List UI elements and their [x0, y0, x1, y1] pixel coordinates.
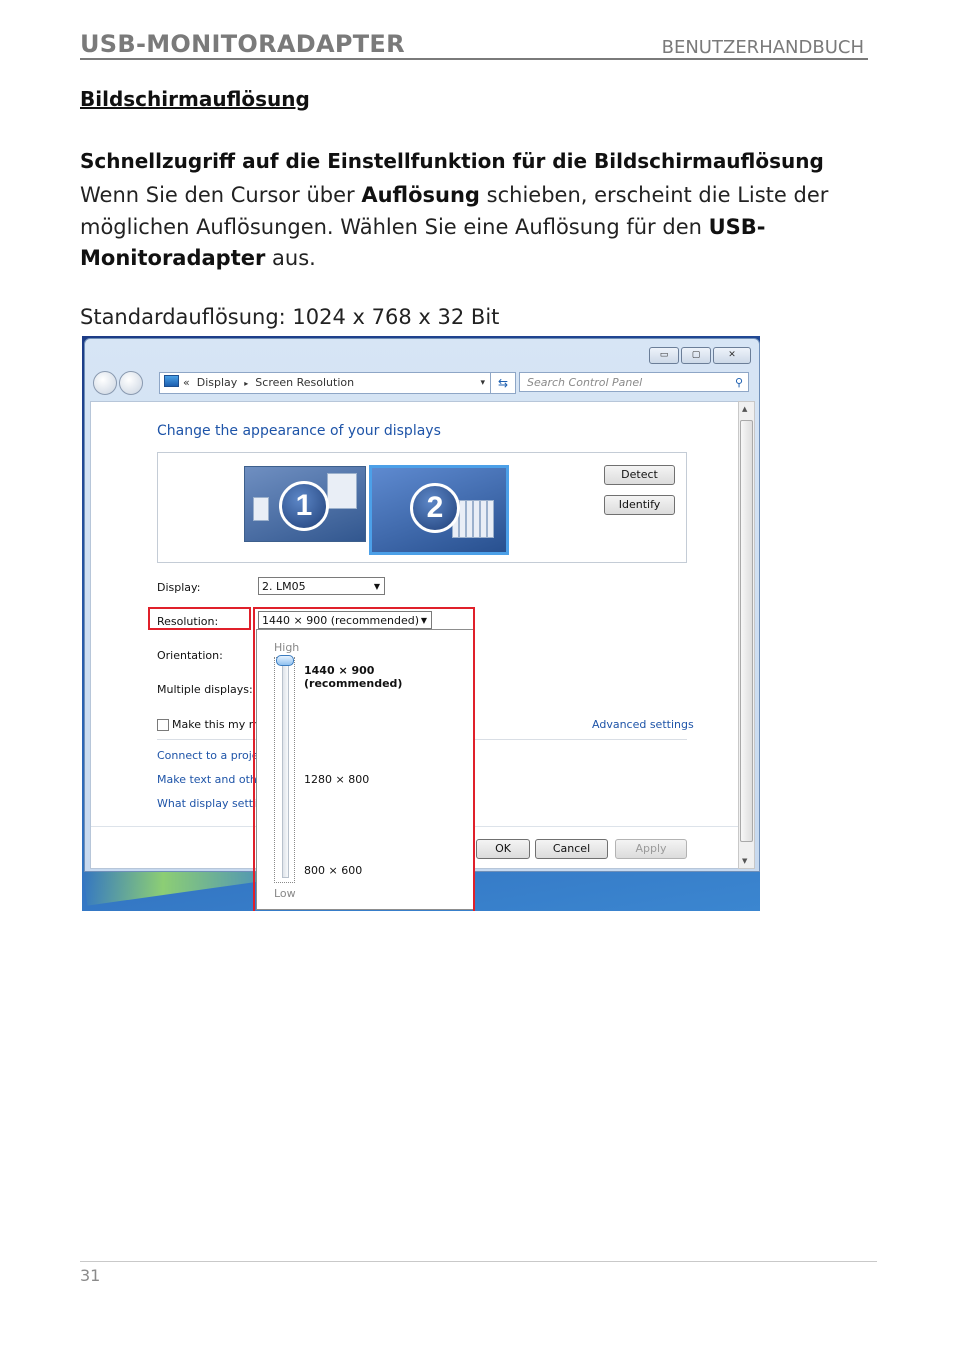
window-controls: ▭ ▢ ✕: [649, 347, 751, 364]
breadcrumb-screen-resolution[interactable]: Screen Resolution: [255, 376, 354, 389]
chevron-down-icon: ▼: [373, 582, 380, 591]
address-bar[interactable]: « Display ▸ Screen Resolution ▾: [159, 372, 491, 394]
para-bold-aufloesung: Auflösung: [361, 183, 480, 207]
monitor-1-number: 1: [279, 481, 329, 531]
body-paragraph: Wenn Sie den Cursor über Auflösung schie…: [80, 180, 870, 275]
scrollbar-thumb[interactable]: [740, 420, 753, 842]
standard-resolution: Standardauflösung: 1024 x 768 x 32 Bit: [80, 305, 500, 329]
scroll-up-icon[interactable]: ▲: [742, 405, 747, 413]
connect-projector-link[interactable]: Connect to a projec: [157, 749, 265, 762]
maximize-icon[interactable]: ▢: [681, 347, 711, 364]
header-title: USB-MONITORADAPTER: [80, 30, 405, 58]
nav-buttons: [93, 371, 143, 395]
orientation-label: Orientation:: [157, 649, 223, 662]
monitor-1-doc-graphic: [253, 497, 269, 521]
display-settings-help-link[interactable]: What display settin: [157, 797, 263, 810]
resolution-label-highlight: [148, 607, 251, 630]
monitor-arrangement: 1 2 Detect Identify: [157, 452, 687, 563]
close-icon[interactable]: ✕: [713, 347, 751, 364]
scroll-down-icon[interactable]: ▼: [742, 857, 747, 865]
section-title: Bildschirmauflösung: [80, 87, 310, 111]
minimize-icon[interactable]: ▭: [649, 347, 679, 364]
page-number: 31: [80, 1266, 101, 1285]
main-display-checkbox[interactable]: [157, 719, 169, 731]
footer-rule: [80, 1261, 877, 1262]
monitor-1-window-graphic: [327, 473, 357, 509]
control-panel-icon: [164, 375, 179, 387]
refresh-icon[interactable]: ⇆: [490, 372, 516, 394]
subheading: Schnellzugriff auf die Einstellfunktion …: [80, 149, 824, 173]
cancel-button[interactable]: Cancel: [535, 839, 608, 859]
vertical-scrollbar[interactable]: ▲ ▼: [738, 401, 755, 869]
advanced-settings-link[interactable]: Advanced settings: [592, 718, 694, 731]
search-icon[interactable]: ⚲: [735, 373, 743, 393]
screen-resolution-screenshot: ▭ ▢ ✕ « Display ▸ Screen Resolution ▾ ⇆ …: [82, 336, 760, 911]
make-text-larger-link[interactable]: Make text and othe: [157, 773, 264, 786]
search-input[interactable]: Search Control Panel ⚲: [519, 372, 749, 392]
header-rule: [80, 58, 868, 60]
monitor-2[interactable]: 2: [369, 465, 509, 555]
breadcrumb-display[interactable]: Display: [197, 376, 238, 389]
para-text-3: aus.: [265, 246, 316, 270]
display-select[interactable]: 2. LM05 ▼: [258, 577, 385, 595]
forward-arrow-icon[interactable]: [119, 371, 143, 395]
header-manual-label: BENUTZERHANDBUCH: [661, 37, 864, 58]
ok-button[interactable]: OK: [476, 839, 530, 859]
resolution-dropdown-highlight: [253, 607, 475, 911]
multiple-displays-label: Multiple displays:: [157, 683, 253, 696]
address-dropdown-icon[interactable]: ▾: [480, 373, 485, 393]
identify-button[interactable]: Identify: [604, 495, 675, 515]
breadcrumb-separator-icon: ▸: [244, 379, 249, 388]
address-prefix: «: [183, 376, 190, 389]
display-label: Display:: [157, 581, 201, 594]
display-select-value: 2. LM05: [262, 580, 306, 593]
back-arrow-icon[interactable]: [93, 371, 117, 395]
para-text-1: Wenn Sie den Cursor über: [80, 183, 362, 207]
main-display-label: Make this my m: [172, 718, 260, 731]
detect-button[interactable]: Detect: [604, 465, 675, 485]
monitor-1[interactable]: 1: [244, 466, 366, 542]
monitor-2-number: 2: [410, 483, 460, 533]
search-placeholder: Search Control Panel: [527, 376, 643, 389]
appearance-heading: Change the appearance of your displays: [157, 423, 441, 439]
apply-button[interactable]: Apply: [615, 839, 687, 859]
